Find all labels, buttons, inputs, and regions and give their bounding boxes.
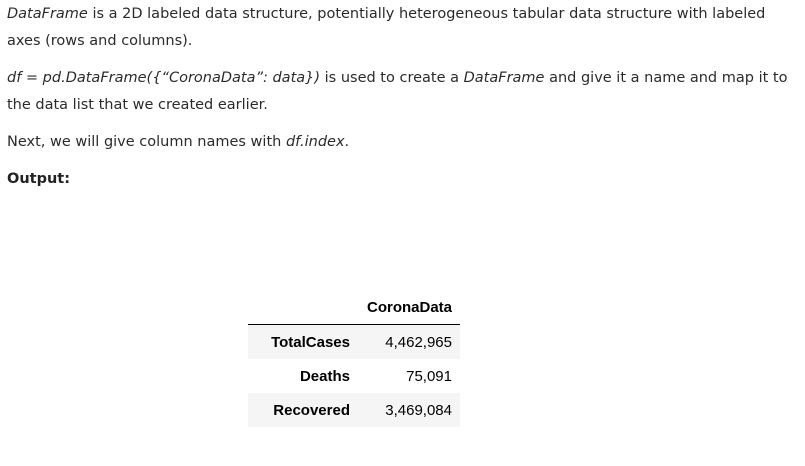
index-header-blank (248, 290, 358, 325)
output-heading: Output: (7, 171, 71, 187)
paragraph-text: is a 2D labeled data structure, potentia… (7, 6, 766, 49)
table-header: CoronaData (248, 290, 460, 325)
row-value: 75,091 (406, 367, 452, 385)
paragraph-dataframe-creation: df = pd.DataFrame({“CoronaData”: data}) … (7, 65, 797, 119)
row-label: Deaths (299, 367, 350, 385)
article-content: DataFrame is a 2D labeled data structure… (7, 0, 797, 193)
paragraph-text: is used to create a (320, 70, 464, 86)
paragraph-column-names: Next, we will give column names with df.… (7, 129, 797, 156)
table-body: TotalCases 4,462,965 Deaths 75,091 Recov… (248, 324, 460, 427)
table-row: TotalCases 4,462,965 (248, 324, 460, 359)
column-header-coronadata: CoronaData (358, 290, 460, 325)
italic-term: DataFrame (7, 6, 88, 22)
dataframe-table: CoronaData TotalCases 4,462,965 Deaths 7… (248, 290, 460, 427)
table-row: Recovered 3,469,084 (248, 393, 460, 427)
header-row: CoronaData (248, 290, 460, 325)
code-snippet: df = pd.DataFrame({“CoronaData”: data}) (7, 70, 321, 86)
row-label: Recovered (273, 401, 350, 419)
italic-term: DataFrame (463, 70, 545, 86)
output-dataframe: CoronaData TotalCases 4,462,965 Deaths 7… (248, 290, 460, 427)
row-value: 3,469,084 (385, 401, 452, 419)
paragraph-text: Next, we will give column names with (7, 134, 286, 150)
paragraph-dataframe-definition: DataFrame is a 2D labeled data structure… (7, 1, 797, 55)
paragraph-text: . (344, 134, 350, 150)
table-row: Deaths 75,091 (248, 359, 460, 393)
row-label: TotalCases (271, 333, 350, 351)
code-snippet: df.index (285, 134, 345, 150)
row-value: 4,462,965 (385, 333, 452, 351)
